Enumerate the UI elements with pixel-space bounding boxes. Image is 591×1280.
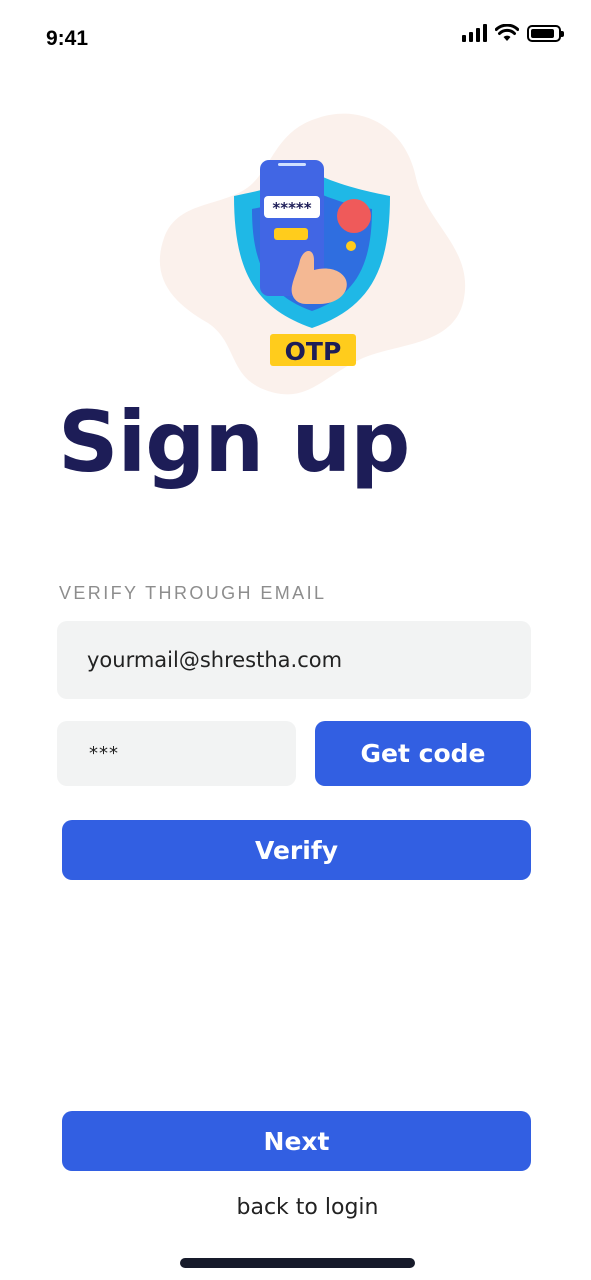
status-bar: 9:41 — [0, 0, 591, 80]
cellular-signal-icon — [462, 24, 487, 42]
next-button[interactable]: Next — [62, 1111, 531, 1171]
email-value: yourmail@shrestha.com — [87, 648, 343, 672]
verify-section-label: VERIFY THROUGH EMAIL — [59, 583, 327, 603]
otp-badge-text: OTP — [285, 337, 342, 366]
back-to-login-link[interactable]: back to login — [0, 1195, 591, 1220]
password-mask: ***** — [272, 199, 311, 217]
get-code-button[interactable]: Get code — [315, 721, 531, 786]
otp-illustration: ***** OTP — [159, 113, 466, 395]
wifi-icon — [495, 24, 519, 41]
status-icons — [462, 24, 564, 42]
status-time: 9:41 — [46, 27, 89, 50]
battery-icon — [527, 24, 564, 42]
verify-button[interactable]: Verify — [62, 820, 531, 880]
notification-dot-icon — [337, 199, 371, 233]
email-field[interactable]: yourmail@shrestha.com — [57, 621, 531, 699]
code-value: *** — [89, 743, 119, 764]
home-indicator — [180, 1258, 415, 1268]
page-title: Sign up — [58, 393, 410, 491]
code-field[interactable]: *** — [57, 721, 296, 786]
